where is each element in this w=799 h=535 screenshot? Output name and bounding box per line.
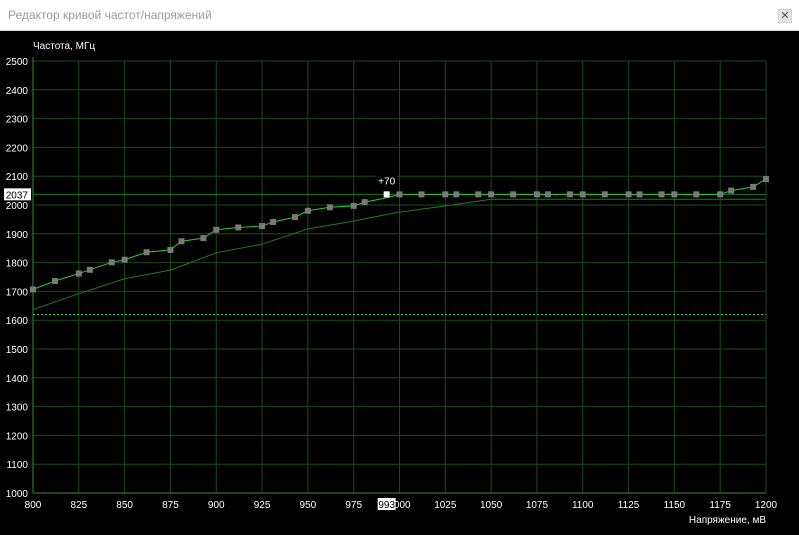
curve-point[interactable]: [75, 270, 82, 277]
x-tick-label: 950: [300, 500, 317, 511]
current-frequency-label: 2037: [6, 190, 29, 201]
x-axis-title: Напряжение, мВ: [689, 515, 766, 526]
curve-point[interactable]: [418, 191, 425, 198]
curve-point[interactable]: [671, 191, 678, 198]
curve-point[interactable]: [693, 191, 700, 198]
curve-point[interactable]: [625, 191, 632, 198]
curve-point[interactable]: [304, 207, 311, 214]
x-tick-label: 1125: [618, 500, 640, 511]
curve-point[interactable]: [566, 191, 573, 198]
x-tick-label: 1175: [709, 500, 731, 511]
x-tick-label: 900: [208, 500, 225, 511]
curve-point[interactable]: [108, 259, 115, 266]
y-tick-label: 1300: [6, 403, 29, 414]
y-tick-label: 2500: [6, 57, 29, 68]
curve-point[interactable]: [213, 226, 220, 233]
y-tick-label: 1000: [6, 489, 29, 500]
y-tick-label: 2000: [6, 201, 29, 212]
curve-point[interactable]: [510, 191, 517, 198]
curve-point[interactable]: [601, 191, 608, 198]
y-tick-label: 1900: [6, 230, 29, 241]
offset-label: +70: [378, 176, 395, 187]
y-tick-label: 2300: [6, 115, 29, 126]
y-tick-label: 1400: [6, 374, 29, 385]
curve-point[interactable]: [579, 191, 586, 198]
x-tick-label: 1050: [480, 500, 503, 511]
y-tick-label: 1500: [6, 345, 29, 356]
x-tick-label: 800: [25, 500, 42, 511]
curve-point[interactable]: [121, 256, 128, 263]
y-tick-label: 2200: [6, 143, 29, 154]
curve-point[interactable]: [544, 191, 551, 198]
x-tick-label: 1100: [572, 500, 594, 511]
curve-point[interactable]: [453, 191, 460, 198]
curve-point[interactable]: [750, 183, 757, 190]
curve-point[interactable]: [270, 218, 277, 225]
selected-curve-point[interactable]: [383, 191, 390, 198]
x-tick-label: 925: [254, 500, 271, 511]
curve-point[interactable]: [533, 191, 540, 198]
curve-point[interactable]: [475, 191, 482, 198]
curve-point[interactable]: [167, 246, 174, 253]
x-tick-label: 1150: [664, 500, 686, 511]
y-tick-label: 1600: [6, 316, 29, 327]
y-axis-title: Частота, МГц: [33, 41, 95, 52]
curve-point[interactable]: [178, 238, 185, 245]
curve-point[interactable]: [728, 187, 735, 194]
y-tick-label: 1800: [6, 259, 29, 270]
curve-point[interactable]: [30, 286, 36, 293]
x-tick-label: 1200: [755, 500, 778, 511]
curve-point[interactable]: [396, 191, 403, 198]
curve-point[interactable]: [658, 191, 665, 198]
curve-point[interactable]: [442, 191, 449, 198]
x-tick-label: 1025: [434, 500, 457, 511]
y-tick-label: 2400: [6, 86, 29, 97]
vf-curve-chart[interactable]: 1000 1100 1200 1300 1400 1500 1600 1700 1800 1900…: [0, 31, 799, 535]
curve-point[interactable]: [488, 191, 495, 198]
curve-point[interactable]: [235, 224, 242, 231]
close-button[interactable]: ✕: [778, 9, 792, 23]
curve-point[interactable]: [636, 191, 643, 198]
x-tick-label: 825: [70, 500, 87, 511]
x-tick-label: 975: [345, 500, 362, 511]
curve-point[interactable]: [51, 278, 58, 285]
curve-point[interactable]: [326, 204, 333, 211]
x-tick-label: 850: [116, 500, 133, 511]
curve-point[interactable]: [259, 223, 266, 230]
y-tick-label: 1100: [6, 460, 28, 471]
y-tick-label: 1200: [6, 431, 29, 442]
curve-point[interactable]: [143, 249, 150, 256]
curve-point[interactable]: [86, 266, 93, 273]
curve-point[interactable]: [763, 176, 769, 183]
y-tick-label: 1700: [6, 287, 29, 298]
title-bar: Редактор кривой частот/напряжений ✕: [0, 0, 799, 31]
curve-point[interactable]: [292, 214, 299, 221]
curve-point[interactable]: [200, 235, 207, 242]
close-icon: ✕: [780, 9, 790, 22]
window-title: Редактор кривой частот/напряжений: [8, 8, 212, 22]
curve-point[interactable]: [350, 202, 357, 209]
current-voltage-label: 993: [378, 500, 395, 511]
curve-point[interactable]: [717, 191, 724, 198]
x-tick-label: 1075: [526, 500, 549, 511]
y-tick-label: 2100: [6, 172, 29, 183]
curve-point[interactable]: [361, 199, 368, 206]
x-tick-label: 875: [162, 500, 179, 511]
